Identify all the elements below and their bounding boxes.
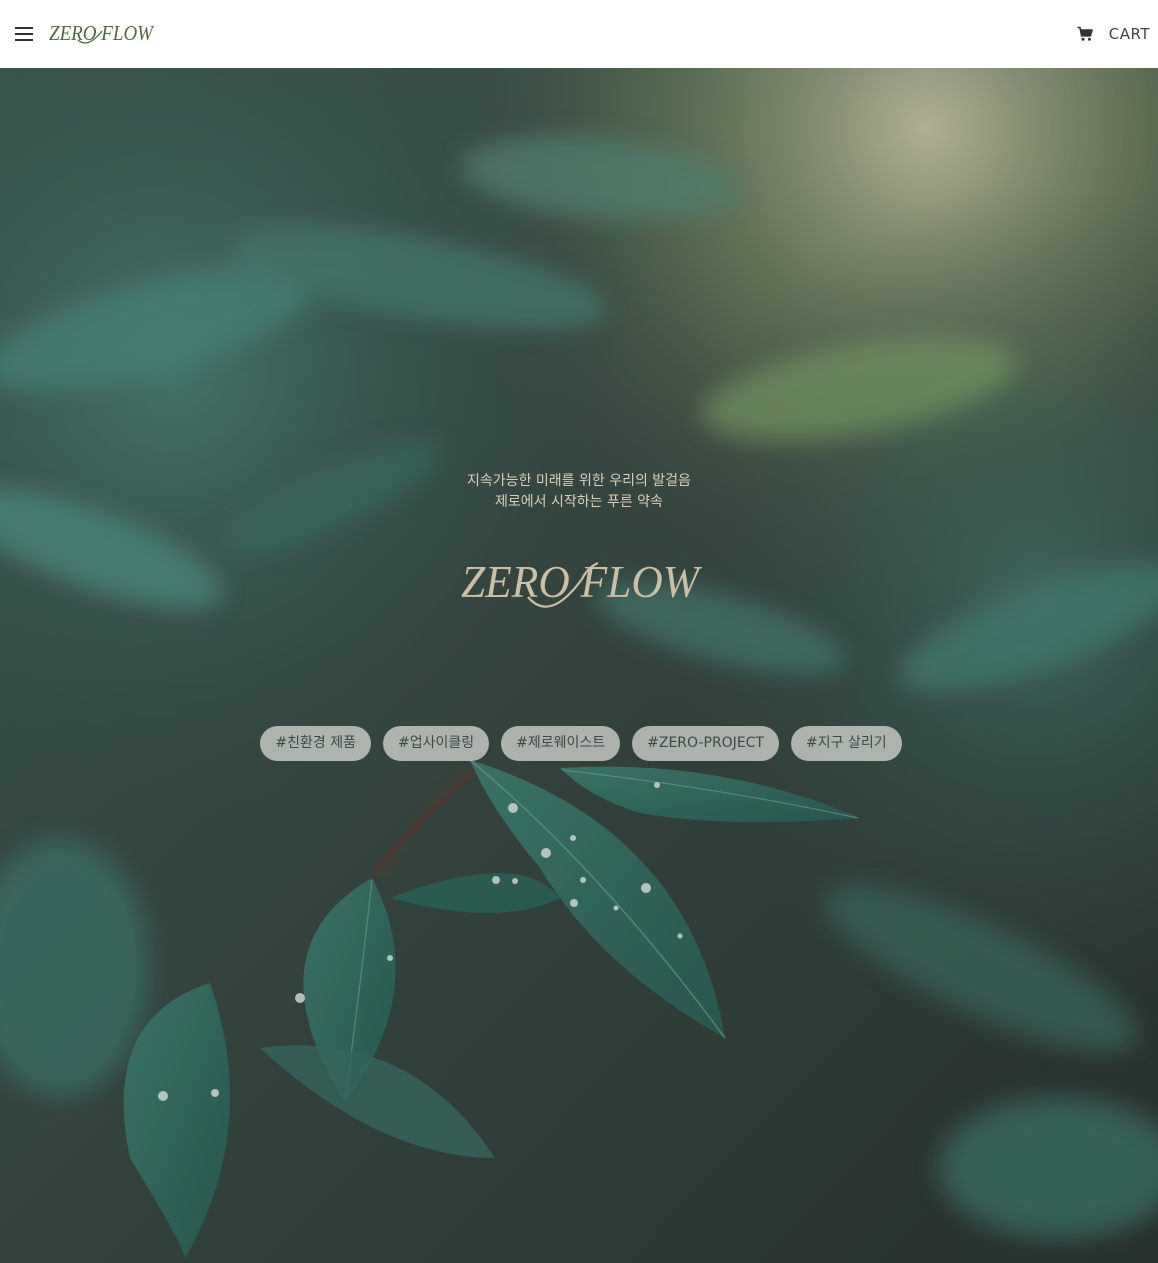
hashtag-eco-products[interactable]: #친환경 제품 bbox=[260, 726, 371, 761]
cart-button[interactable]: CART bbox=[1077, 25, 1150, 43]
tagline-line-1: 지속가능한 미래를 위한 우리의 발걸음 bbox=[467, 473, 691, 489]
hamburger-menu-icon[interactable] bbox=[15, 27, 33, 41]
hashtag-save-earth[interactable]: #지구 살리기 bbox=[791, 726, 902, 761]
hashtag-upcycling[interactable]: #업사이클링 bbox=[382, 726, 490, 761]
cart-label: CART bbox=[1108, 25, 1150, 43]
hashtag-zero-project[interactable]: #ZERO-PROJECT bbox=[632, 726, 779, 761]
tagline-line-2: 제로에서 시작하는 푸른 약속 bbox=[495, 494, 663, 510]
hashtag-zero-waste[interactable]: #제로웨이스트 bbox=[501, 726, 621, 761]
header-left: ZERO FLOW bbox=[15, 21, 154, 47]
logo-wordmark: ZERO FLOW bbox=[49, 21, 154, 45]
hero-logo: ZERO FLOW bbox=[461, 556, 702, 608]
svg-text:ZERO FLOW: ZERO FLOW bbox=[49, 21, 154, 45]
site-header: ZERO FLOW CART bbox=[0, 0, 1158, 68]
hero-overlay bbox=[0, 68, 1158, 1263]
hero-section: 지속가능한 미래를 위한 우리의 발걸음 제로에서 시작하는 푸른 약속 ZER… bbox=[0, 68, 1158, 1263]
site-logo[interactable]: ZERO FLOW bbox=[48, 21, 154, 47]
hashtag-list: #친환경 제품 #업사이클링 #제로웨이스트 #ZERO-PROJECT #지구… bbox=[0, 726, 1158, 761]
shopping-cart-icon bbox=[1077, 26, 1093, 41]
hero-tagline: 지속가능한 미래를 위한 우리의 발걸음 제로에서 시작하는 푸른 약속 bbox=[0, 471, 1158, 513]
